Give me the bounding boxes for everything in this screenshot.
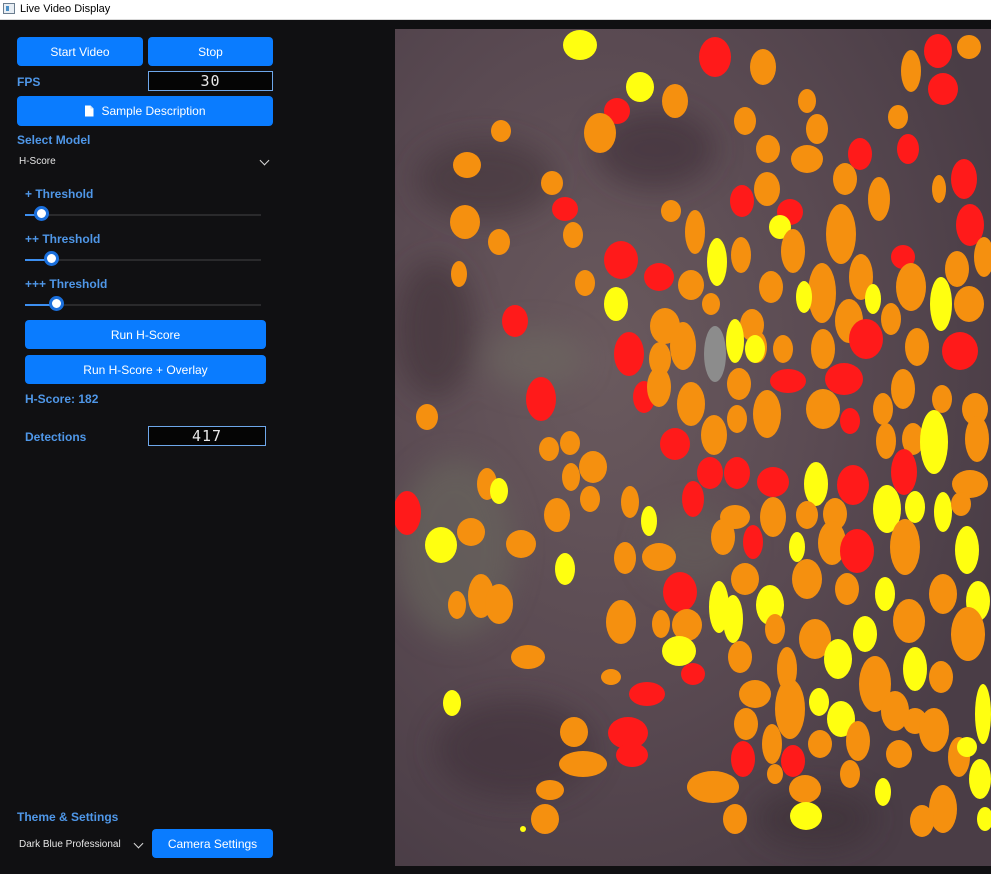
run-hscore-overlay-button[interactable]: Run H-Score + Overlay (25, 355, 266, 384)
start-video-button[interactable]: Start Video (17, 37, 143, 66)
fps-display: 30 (148, 71, 273, 91)
plus-threshold-slider[interactable] (25, 206, 261, 223)
theme-select-value: Dark Blue Professional (19, 839, 121, 850)
document-icon (85, 105, 94, 117)
plus-threshold-label: + Threshold (25, 187, 94, 201)
slider-track (25, 259, 261, 261)
hscore-result: H-Score: 182 (25, 392, 99, 406)
sample-description-label: Sample Description (101, 104, 206, 118)
model-select[interactable]: H-Score (17, 152, 273, 172)
slider-handle[interactable] (49, 296, 64, 311)
select-model-label: Select Model (17, 133, 91, 147)
theme-select[interactable]: Dark Blue Professional (17, 834, 147, 854)
model-select-value: H-Score (19, 156, 56, 167)
fps-label: FPS (17, 75, 41, 89)
video-frame (395, 29, 991, 866)
chevron-down-icon (259, 155, 270, 166)
plus-plus-threshold-label: ++ Threshold (25, 232, 101, 246)
detections-display: 417 (148, 426, 266, 446)
video-display (395, 29, 991, 866)
camera-settings-button[interactable]: Camera Settings (152, 829, 273, 858)
sample-description-button[interactable]: Sample Description (17, 96, 273, 126)
triple-plus-threshold-slider[interactable] (25, 296, 261, 313)
detections-label: Detections (25, 430, 87, 444)
app-icon (3, 3, 15, 14)
theme-settings-label: Theme & Settings (17, 810, 119, 824)
run-hscore-button[interactable]: Run H-Score (25, 320, 266, 349)
triple-plus-threshold-label: +++ Threshold (25, 277, 108, 291)
stop-button[interactable]: Stop (148, 37, 273, 66)
plus-plus-threshold-slider[interactable] (25, 251, 261, 268)
slider-track (25, 214, 261, 216)
slider-handle[interactable] (34, 206, 49, 221)
window-title: Live Video Display (20, 3, 111, 15)
control-panel: Start Video Stop FPS 30 Sample Descripti… (0, 20, 395, 874)
window-titlebar: Live Video Display (0, 0, 991, 20)
slider-handle[interactable] (44, 251, 59, 266)
chevron-down-icon (133, 838, 144, 849)
